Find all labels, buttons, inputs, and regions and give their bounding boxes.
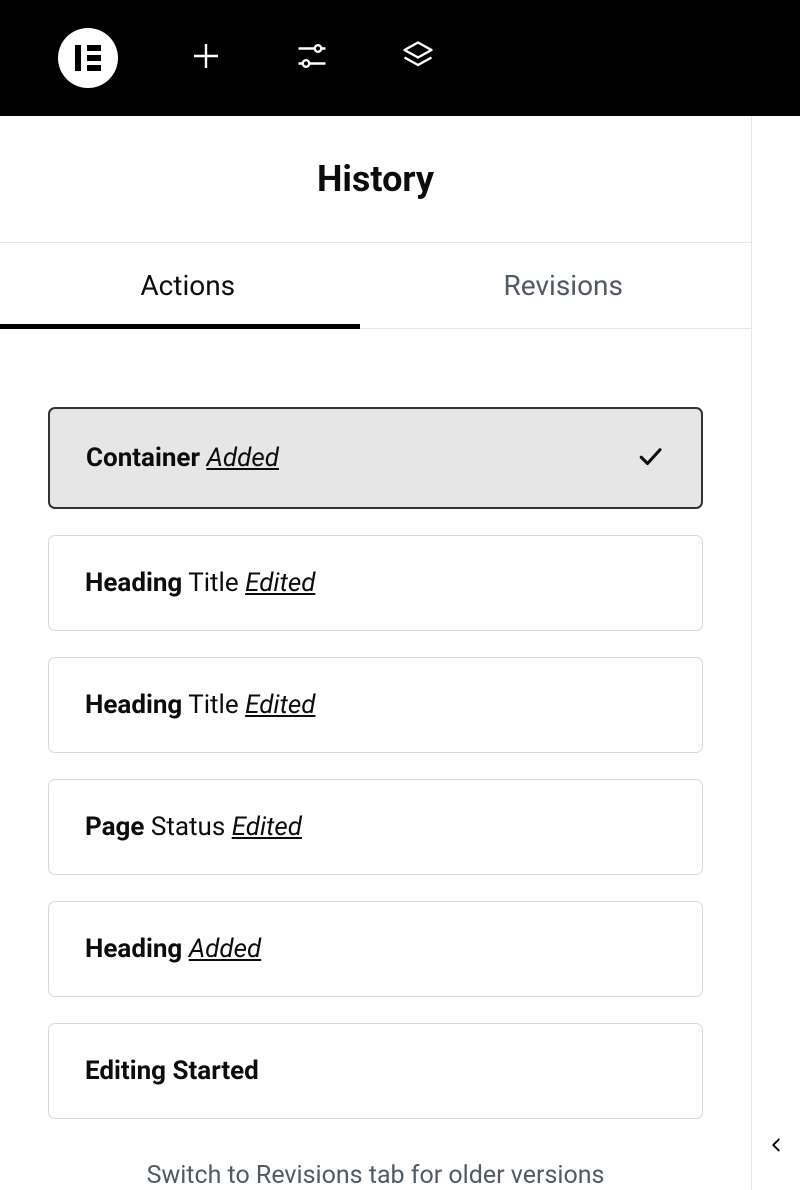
history-item-label: Container Added — [86, 443, 279, 473]
history-panel: History Actions Revisions Container Adde… — [0, 116, 752, 1190]
top-bar — [0, 0, 800, 116]
history-item[interactable]: Heading Title Edited — [48, 657, 703, 753]
history-item-label: Heading Title Edited — [85, 690, 315, 720]
layers-icon — [400, 38, 436, 78]
check-icon — [635, 441, 665, 475]
history-item[interactable]: Container Added — [48, 407, 703, 509]
history-item-subject: Title — [188, 690, 238, 720]
panel-collapse-button[interactable] — [752, 1120, 800, 1174]
history-item-action: Added — [206, 443, 278, 473]
tab-actions[interactable]: Actions — [0, 243, 376, 328]
history-item[interactable]: Heading Added — [48, 901, 703, 997]
settings-slider-icon — [294, 38, 330, 78]
history-item[interactable]: Page Status Edited — [48, 779, 703, 875]
page-settings-button[interactable] — [294, 40, 330, 76]
history-item-label: Heading Title Edited — [85, 568, 315, 598]
elementor-logo[interactable] — [58, 28, 118, 88]
history-item-label: Page Status Edited — [85, 812, 302, 842]
history-item-element: Container — [86, 443, 200, 473]
history-item[interactable]: Editing Started — [48, 1023, 703, 1119]
history-item-label: Editing Started — [85, 1056, 259, 1086]
history-item-action: Edited — [232, 812, 302, 842]
history-item-subject: Status — [151, 812, 225, 842]
navigator-button[interactable] — [400, 40, 436, 76]
add-element-button[interactable] — [188, 40, 224, 76]
history-item[interactable]: Heading Title Edited — [48, 535, 703, 631]
panel-title: History — [0, 116, 751, 243]
history-list: Container Added Heading Title Edited Hea… — [0, 329, 751, 1119]
history-tabs: Actions Revisions — [0, 243, 751, 329]
tab-revisions[interactable]: Revisions — [376, 243, 752, 328]
history-item-element: Editing Started — [85, 1056, 259, 1086]
history-item-element: Heading — [85, 934, 182, 964]
footer-hint: Switch to Revisions tab for older versio… — [0, 1145, 751, 1190]
history-item-label: Heading Added — [85, 934, 261, 964]
history-item-action: Edited — [245, 690, 315, 720]
plus-icon — [188, 38, 224, 78]
history-item-element: Heading — [85, 568, 182, 598]
history-item-action: Added — [189, 934, 261, 964]
history-item-element: Heading — [85, 690, 182, 720]
history-item-action: Edited — [245, 568, 315, 598]
history-item-element: Page — [85, 812, 144, 842]
chevron-left-icon — [765, 1134, 787, 1160]
history-item-subject: Title — [188, 568, 238, 598]
